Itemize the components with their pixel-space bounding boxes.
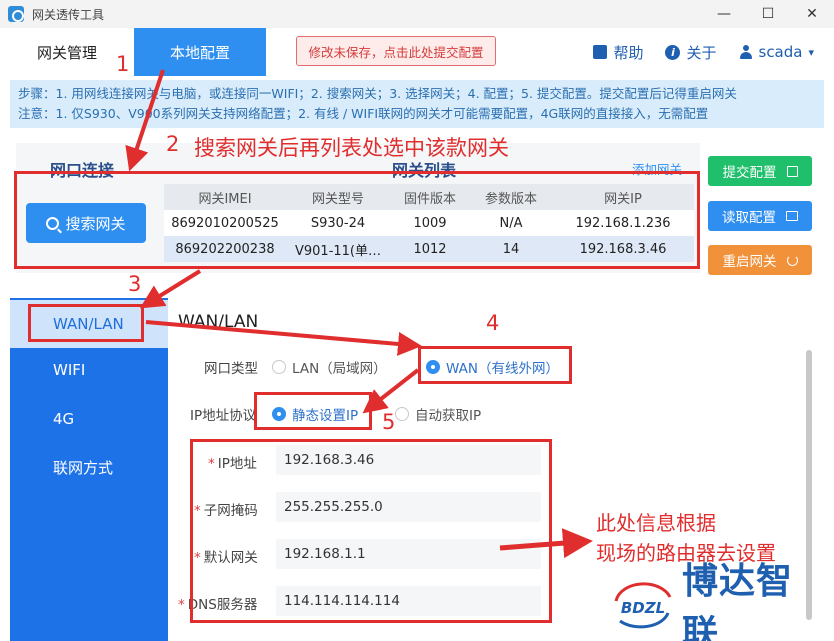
radio-unchecked-icon [272, 360, 286, 374]
sidebar-item-4g[interactable]: 4G [10, 395, 168, 443]
restart-gateway-button[interactable]: 重启网关 [708, 245, 812, 275]
unsaved-submit-button[interactable]: 修改未保存，点击此处提交配置 [296, 36, 496, 66]
annotation-number-5: 5 [382, 410, 396, 434]
restart-gateway-label: 重启网关 [722, 254, 777, 270]
banner-steps: 步骤：1. 用网线连接网关与电脑，或连接同一WIFI；2. 搜索网关；3. 选择… [18, 86, 737, 101]
about-menu[interactable]: i 关于 [665, 42, 717, 63]
read-config-button[interactable]: 读取配置 [708, 201, 812, 231]
lan-radio-label: LAN（局域网） [292, 361, 387, 377]
dhcp-label: 自动获取IP [415, 408, 482, 424]
lan-radio[interactable]: LAN（局域网） [272, 357, 387, 377]
submit-config-button[interactable]: 提交配置 [708, 156, 812, 186]
annotation-note-line2: 现场的路由器去设置 [596, 541, 776, 565]
annotation-box-panel [14, 171, 700, 269]
about-label: 关于 [686, 43, 717, 62]
banner-notes: 注意：1. 仅S930、V900系列网关支持网络配置；2. 有线 / WIFI联… [18, 106, 709, 121]
annotation-box-fields [190, 439, 552, 623]
dhcp-radio[interactable]: 自动获取IP [395, 404, 481, 424]
annotation-step2-text: 搜索网关后再列表处选中该款网关 [194, 136, 509, 160]
minimize-button[interactable]: — [702, 0, 746, 28]
title-bar: 网关透传工具 — ☐ ✕ [0, 0, 834, 28]
annotation-box-wan-lan [28, 304, 144, 342]
annotation-number-2: 2 [166, 132, 180, 156]
annotation-box-wan [418, 346, 572, 384]
save-icon [786, 165, 798, 177]
config-sidebar: WAN/LAN WIFI 4G 联网方式 [10, 298, 168, 641]
submit-config-label: 提交配置 [722, 165, 777, 181]
svg-text:BDZL: BDZL [621, 599, 665, 617]
port-type-label: 网口类型 [204, 361, 258, 377]
bdzl-logo-mark: BDZL [610, 579, 676, 629]
user-menu[interactable]: scada ▾ [739, 43, 814, 61]
tab-gateway-management[interactable]: 网关管理 [20, 28, 114, 76]
ip-protocol-label: IP地址协议 [190, 408, 257, 424]
annotation-number-4: 4 [486, 311, 500, 335]
info-banner: 步骤：1. 用网线连接网关与电脑，或连接同一WIFI；2. 搜索网关；3. 选择… [10, 80, 824, 128]
book-icon [593, 45, 608, 59]
window-title: 网关透传工具 [32, 7, 105, 22]
help-menu[interactable]: 帮助 [593, 42, 643, 63]
annotation-number-1: 1 [116, 52, 130, 76]
folder-icon [786, 211, 798, 221]
menu-right: 帮助 i 关于 scada ▾ [593, 28, 814, 76]
annotation-box-static-ip [254, 392, 372, 430]
maximize-button[interactable]: ☐ [746, 0, 790, 28]
sidebar-item-wifi[interactable]: WIFI [10, 346, 168, 394]
close-button[interactable]: ✕ [790, 0, 834, 28]
refresh-icon [786, 254, 798, 266]
sidebar-item-network-mode[interactable]: 联网方式 [10, 443, 168, 491]
company-logo: BDZL 博达智联 [610, 561, 822, 641]
help-label: 帮助 [613, 43, 644, 62]
tab-local-config[interactable]: 本地配置 [134, 28, 266, 76]
user-label: scada [758, 43, 803, 61]
window-controls: — ☐ ✕ [702, 0, 834, 28]
annotation-note-line1: 此处信息根据 [596, 511, 716, 535]
app-icon [8, 6, 24, 22]
info-icon: i [665, 44, 681, 60]
form-title: WAN/LAN [178, 312, 259, 332]
read-config-label: 读取配置 [722, 210, 776, 226]
radio-unchecked-icon [395, 407, 409, 421]
annotation-number-3: 3 [128, 272, 142, 296]
user-icon [739, 45, 753, 59]
chevron-down-icon: ▾ [808, 45, 814, 59]
